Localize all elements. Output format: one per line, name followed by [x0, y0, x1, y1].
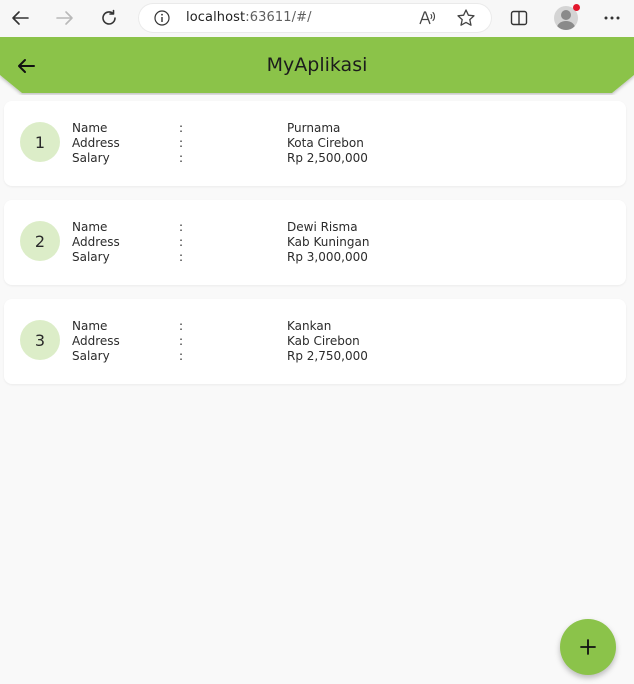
- salary-label: Salary: [72, 250, 110, 264]
- name-label: Name: [72, 319, 108, 333]
- notification-dot: [573, 4, 580, 11]
- list-item[interactable]: 3 Name : Kankan Address : Kab Cirebon Sa…: [4, 299, 626, 384]
- split-screen-button[interactable]: [505, 5, 533, 31]
- name-value: Dewi Risma: [287, 220, 358, 234]
- profile-button[interactable]: [554, 4, 580, 30]
- split-screen-icon: [510, 10, 528, 26]
- address-row: Address : Kota Cirebon: [72, 136, 392, 151]
- salary-value: Rp 2,500,000: [287, 151, 368, 165]
- address-row: Address : Kab Cirebon: [72, 334, 392, 349]
- separator: :: [179, 151, 184, 165]
- url-host: localhost: [186, 10, 246, 25]
- add-button[interactable]: [560, 619, 616, 675]
- salary-label: Salary: [72, 349, 110, 363]
- address-label: Address: [72, 334, 120, 348]
- address-value: Kab Kuningan: [287, 235, 370, 249]
- browser-refresh-button[interactable]: [95, 5, 123, 31]
- name-label: Name: [72, 220, 108, 234]
- browser-toolbar: localhost:63611/#/: [0, 0, 634, 37]
- star-icon[interactable]: [456, 8, 476, 28]
- plus-icon: [580, 639, 596, 655]
- salary-row: Salary : Rp 2,500,000: [72, 151, 392, 166]
- address-label: Address: [72, 235, 120, 249]
- separator: :: [179, 136, 184, 150]
- name-row: Name : Purnama: [72, 121, 392, 136]
- more-menu-button[interactable]: [598, 5, 626, 31]
- separator: :: [179, 235, 184, 249]
- separator: :: [179, 334, 184, 348]
- separator: :: [179, 250, 184, 264]
- item-number-avatar: 1: [20, 122, 60, 162]
- url-path: :63611/#/: [245, 10, 312, 25]
- browser-forward-button[interactable]: [51, 5, 79, 31]
- address-value: Kota Cirebon: [287, 136, 364, 150]
- salary-row: Salary : Rp 3,000,000: [72, 250, 392, 265]
- salary-row: Salary : Rp 2,750,000: [72, 349, 392, 364]
- list-item[interactable]: 2 Name : Dewi Risma Address : Kab Kuning…: [4, 200, 626, 285]
- arrow-right-icon: [56, 11, 73, 25]
- address-row: Address : Kab Kuningan: [72, 235, 392, 250]
- address-label: Address: [72, 136, 120, 150]
- item-number-avatar: 3: [20, 320, 60, 360]
- address-bar[interactable]: localhost:63611/#/: [138, 3, 492, 33]
- salary-value: Rp 2,750,000: [287, 349, 368, 363]
- separator: :: [179, 319, 184, 333]
- separator: :: [179, 220, 184, 234]
- browser-back-button[interactable]: [6, 5, 34, 31]
- separator: :: [179, 121, 184, 135]
- separator: :: [179, 349, 184, 363]
- item-number-avatar: 2: [20, 221, 60, 261]
- name-row: Name : Dewi Risma: [72, 220, 392, 235]
- more-dots-icon: [604, 16, 620, 20]
- read-aloud-icon[interactable]: [418, 9, 436, 27]
- salary-value: Rp 3,000,000: [287, 250, 368, 264]
- url-text[interactable]: localhost:63611/#/: [186, 10, 312, 25]
- list-item[interactable]: 1 Name : Purnama Address : Kota Cirebon …: [4, 101, 626, 186]
- salary-label: Salary: [72, 151, 110, 165]
- address-value: Kab Cirebon: [287, 334, 360, 348]
- name-label: Name: [72, 121, 108, 135]
- name-value: Kankan: [287, 319, 332, 333]
- page-title: MyAplikasi: [266, 54, 368, 76]
- name-value: Purnama: [287, 121, 341, 135]
- arrow-left-icon: [12, 11, 29, 25]
- refresh-icon: [102, 9, 116, 25]
- name-row: Name : Kankan: [72, 319, 392, 334]
- info-icon[interactable]: [154, 10, 170, 26]
